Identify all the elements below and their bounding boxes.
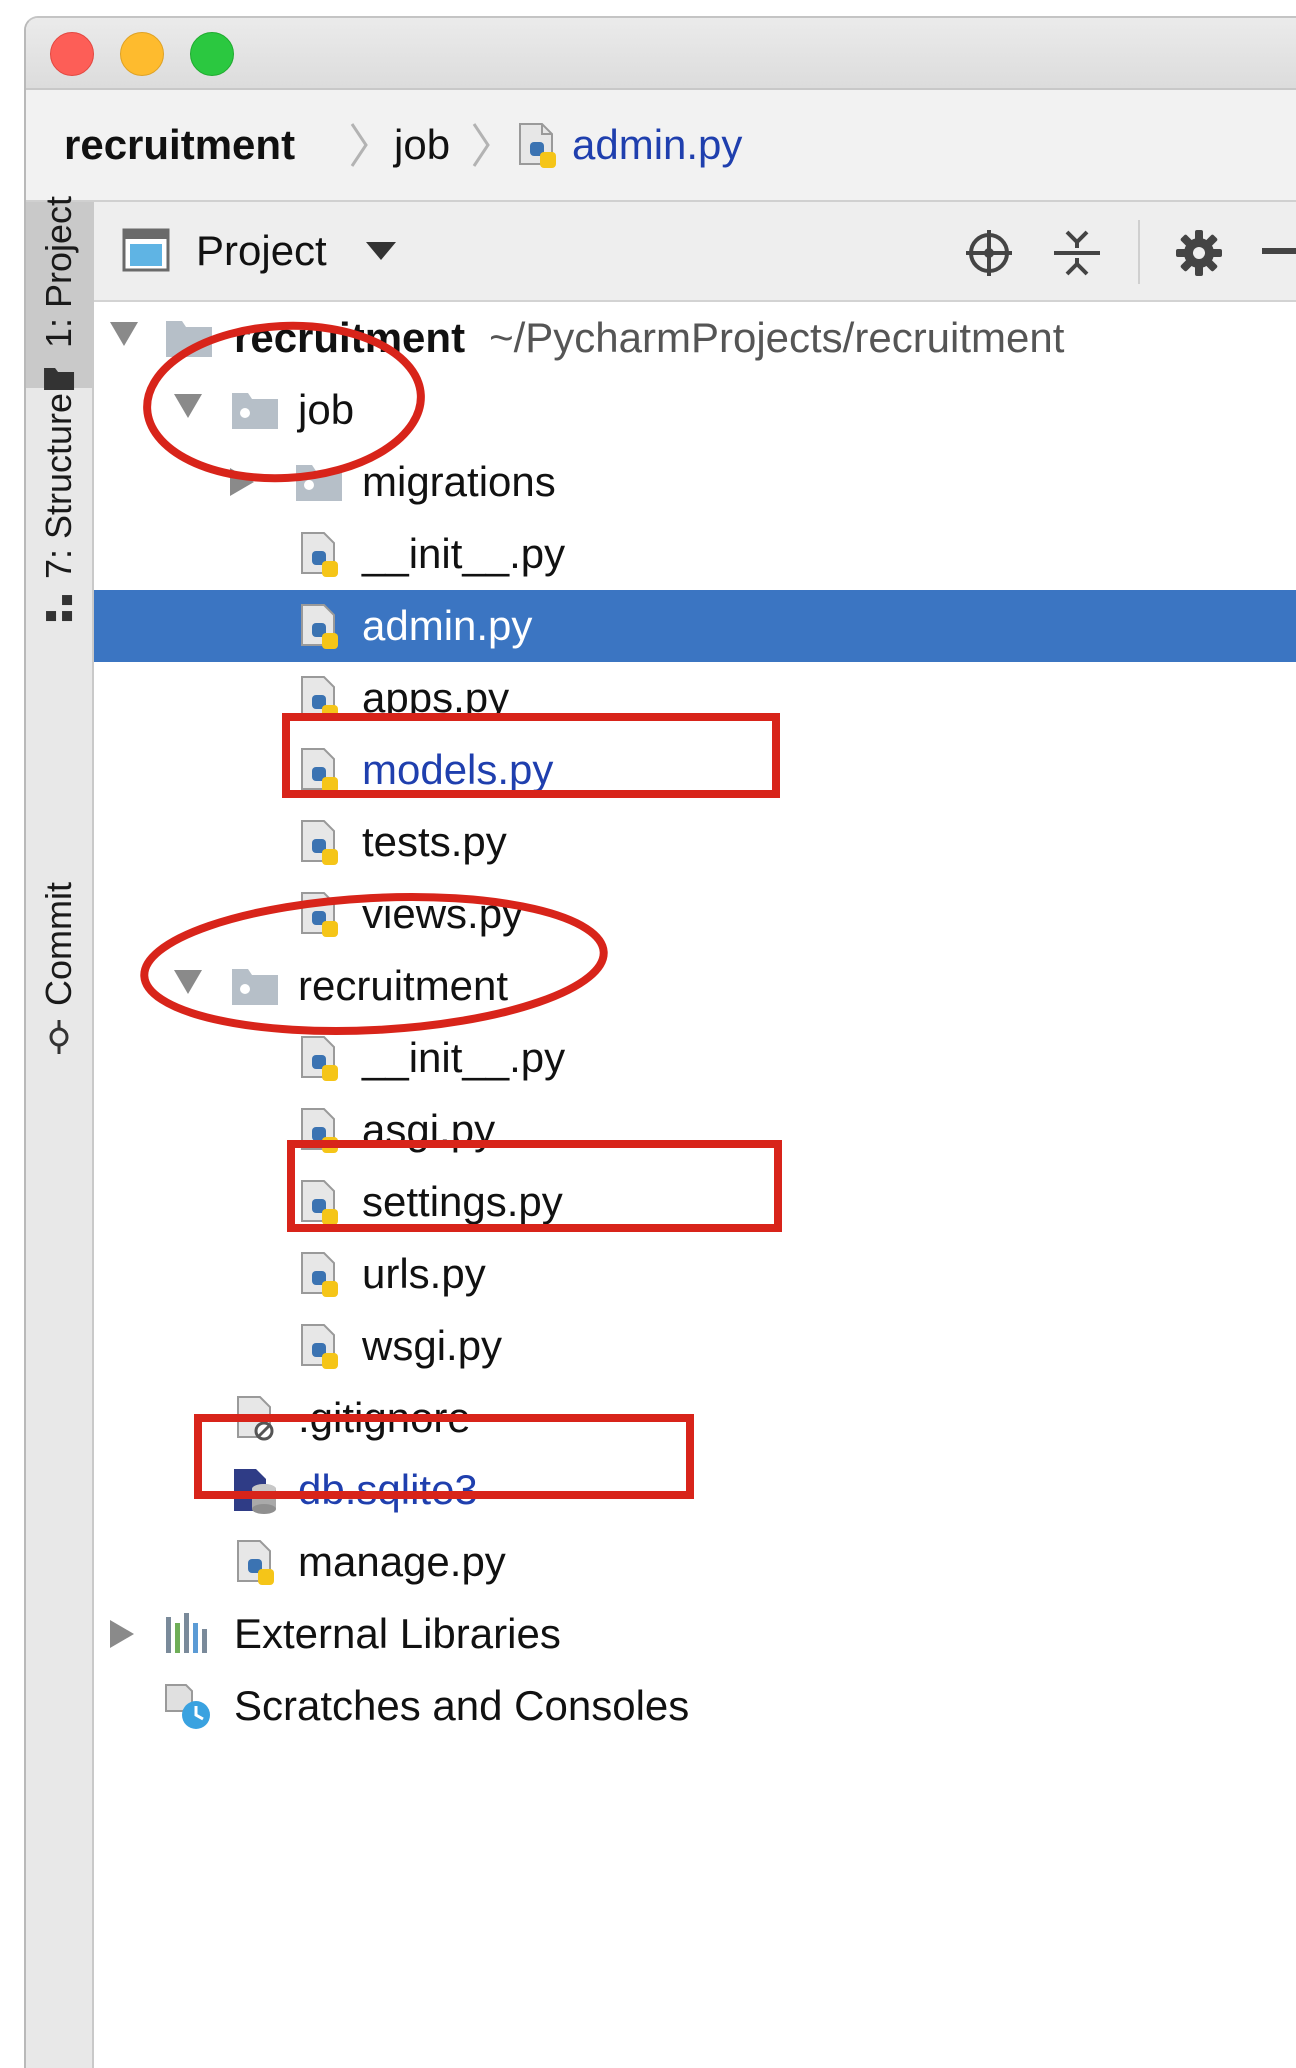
minimize-window-button[interactable] [120, 32, 164, 76]
tab-commit[interactable]: Commit [26, 868, 92, 1068]
tree-item-tests[interactable]: tests.py [94, 806, 1296, 878]
tree-item-views[interactable]: views.py [94, 878, 1296, 950]
tree-item-label: settings.py [362, 1178, 563, 1225]
scratches-icon [165, 1684, 210, 1729]
breadcrumb-project[interactable]: recruitment [64, 90, 295, 200]
package-folder-icon [232, 393, 278, 429]
chevron-right-icon [350, 123, 368, 167]
package-folder-icon [232, 969, 278, 1005]
tree-item-admin[interactable]: admin.py [94, 590, 1296, 662]
tree-item-label: models.py [362, 746, 554, 793]
close-window-button[interactable] [50, 32, 94, 76]
expand-arrow-icon[interactable] [110, 322, 138, 346]
tree-item-recruitment-package[interactable]: recruitment [94, 950, 1296, 1022]
python-file-icon [301, 892, 338, 937]
tree-item-migrations[interactable]: migrations [94, 446, 1296, 518]
chevron-down-icon[interactable] [366, 242, 396, 262]
ide-window: recruitment job admin.py 1: Project 7: S… [24, 16, 1296, 2068]
tree-item-label: recruitment [234, 314, 466, 361]
python-file-icon [301, 820, 338, 865]
tree-item-job-init[interactable]: __init__.py [94, 518, 1296, 590]
project-panel: Project recruitment ~/PycharmProjects/re… [94, 202, 1296, 2068]
tree-item-label: __init__.py [362, 530, 566, 577]
tree-item-label: migrations [362, 458, 556, 505]
python-file-icon [301, 604, 338, 649]
python-file-icon [301, 1252, 338, 1297]
tree-item-external-libraries[interactable]: External Libraries [94, 1598, 1296, 1670]
tree-item-apps[interactable]: apps.py [94, 662, 1296, 734]
minimize-panel-icon[interactable] [1262, 248, 1296, 256]
tree-item-label: recruitment [298, 962, 509, 1009]
tree-item-urls[interactable]: urls.py [94, 1238, 1296, 1310]
python-file-icon [301, 676, 338, 721]
tree-item-scratches[interactable]: Scratches and Consoles [94, 1670, 1296, 1742]
tree-item-label: urls.py [362, 1250, 486, 1297]
tree-item-label: tests.py [362, 818, 507, 865]
database-file-icon [234, 1469, 276, 1514]
toolbar-divider [1138, 220, 1140, 284]
expand-arrow-icon[interactable] [174, 394, 202, 418]
collapse-arrow-icon[interactable] [230, 468, 254, 496]
zoom-window-button[interactable] [190, 32, 234, 76]
view-selector[interactable]: Project [196, 202, 327, 300]
tree-item-label: wsgi.py [362, 1322, 503, 1369]
python-file-icon [301, 748, 338, 793]
tree-item-label: External Libraries [234, 1610, 561, 1657]
python-file-icon [301, 1036, 338, 1081]
expand-arrow-icon[interactable] [174, 970, 202, 994]
tree-item-root[interactable]: recruitment ~/PycharmProjects/recruitment [94, 302, 1296, 374]
title-bar [26, 18, 1296, 90]
library-icon [166, 1613, 207, 1653]
tree-item-label: .gitignore [298, 1394, 471, 1441]
tree-item-asgi[interactable]: asgi.py [94, 1094, 1296, 1166]
project-view-icon [122, 228, 170, 272]
commit-icon [49, 1020, 69, 1054]
tree-item-label: apps.py [362, 674, 510, 721]
ignore-file-icon [237, 1396, 274, 1441]
collapse-arrow-icon[interactable] [110, 1620, 134, 1648]
tree-item-manage[interactable]: manage.py [94, 1526, 1296, 1598]
tree-item-label: manage.py [298, 1538, 506, 1585]
tree-item-label: job [298, 386, 355, 433]
tree-item-gitignore[interactable]: .gitignore [94, 1382, 1296, 1454]
tree-item-settings[interactable]: settings.py [94, 1166, 1296, 1238]
tab-project[interactable]: 1: Project [26, 196, 92, 391]
folder-icon [166, 321, 212, 357]
tree-item-job[interactable]: job [94, 374, 1296, 446]
breadcrumb: recruitment job admin.py [26, 90, 1296, 202]
package-folder-icon [296, 465, 342, 501]
tree-item-label: admin.py [362, 602, 533, 649]
tree-item-label: db.sqlite3 [298, 1466, 478, 1513]
tree-item-label: asgi.py [362, 1106, 496, 1153]
tab-structure[interactable]: 7: Structure [26, 388, 92, 628]
tree-item-db[interactable]: db.sqlite3 [94, 1454, 1296, 1526]
tree-item-label: __init__.py [362, 1034, 566, 1081]
breadcrumb-file[interactable]: admin.py [572, 90, 742, 200]
breadcrumb-folder[interactable]: job [394, 90, 450, 200]
tree-item-wsgi[interactable]: wsgi.py [94, 1310, 1296, 1382]
tree-item-label: views.py [362, 890, 524, 937]
gear-icon[interactable] [1174, 228, 1224, 278]
python-file-icon [519, 123, 556, 168]
chevron-right-icon [472, 123, 490, 167]
collapse-all-icon[interactable] [1054, 228, 1100, 278]
tree-item-label: Scratches and Consoles [234, 1682, 690, 1729]
python-file-icon [301, 1324, 338, 1369]
python-file-icon [237, 1540, 274, 1585]
tree-item-recruitment-init[interactable]: __init__.py [94, 1022, 1296, 1094]
tree-item-models[interactable]: models.py [94, 734, 1296, 806]
python-file-icon [301, 532, 338, 577]
locate-icon[interactable] [964, 228, 1014, 278]
python-file-icon [301, 1108, 338, 1153]
python-file-icon [301, 1180, 338, 1225]
project-panel-header: Project [94, 202, 1296, 302]
structure-icon [46, 595, 72, 622]
tool-window-strip: 1: Project 7: Structure Commit [26, 196, 94, 2068]
project-path: ~/PycharmProjects/recruitment [489, 314, 1065, 361]
